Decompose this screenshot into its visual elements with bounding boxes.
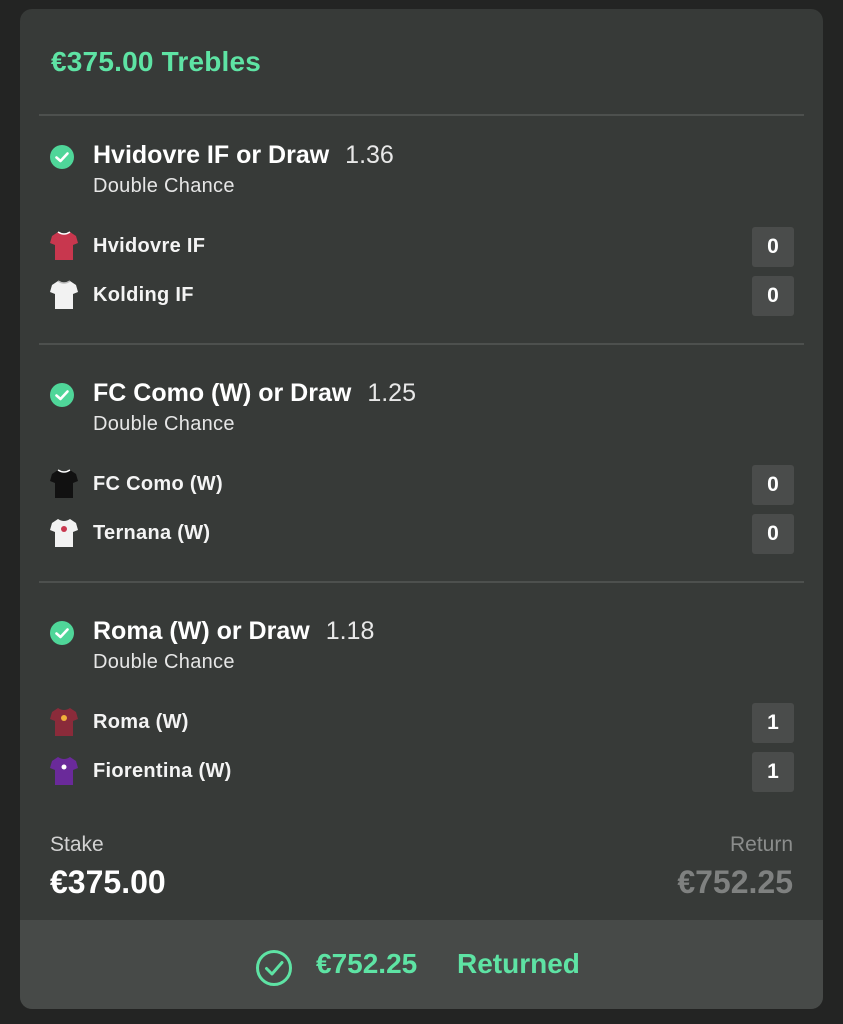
team-score: 0 [752,465,794,505]
selection-title: Roma (W) or Draw 1.18 [93,617,374,646]
selection-title: FC Como (W) or Draw 1.25 [93,379,416,408]
selection-market: Double Chance [93,175,235,197]
returned-status: Returned [457,948,580,979]
shirt-icon [50,519,78,547]
team-score: 0 [752,514,794,554]
team-name: Ternana (W) [93,522,211,544]
stake-label: Stake [50,833,104,856]
selection-market: Double Chance [93,413,235,435]
team-score: 0 [752,276,794,316]
team-score: 1 [752,752,794,792]
selection-name: FC Como (W) or Draw [93,379,352,407]
divider [39,581,804,583]
divider [39,343,804,345]
team-row-hvidovre: Hvidovre IF 0 [20,227,823,267]
team-row-fiorentina: Fiorentina (W) 1 [20,752,823,792]
selection-odds: 1.25 [367,379,416,407]
divider [39,114,804,116]
selection-odds: 1.18 [325,617,375,645]
check-icon [50,383,74,407]
team-name: Kolding IF [93,284,194,306]
selection-title: Hvidovre IF or Draw 1.36 [93,141,394,170]
team-name: Hvidovre IF [93,235,206,257]
return-label: Return [729,833,793,856]
return-value: €752.25 [677,864,793,900]
check-icon [50,621,74,645]
check-circle-icon [256,950,292,986]
selection-market: Double Chance [93,651,235,673]
team-name: FC Como (W) [93,473,223,495]
team-name: Fiorentina (W) [93,760,232,782]
team-row-kolding: Kolding IF 0 [20,276,823,316]
bet-card: €375.00 Trebles Hvidovre IF or Draw 1.36 … [20,9,823,1009]
selection-name: Hvidovre IF or Draw [93,141,330,169]
team-score: 0 [752,227,794,267]
returned-banner: €752.25 Returned [20,920,823,1009]
selection-name: Roma (W) or Draw [93,617,310,645]
selection-odds: 1.36 [345,141,394,169]
team-score: 1 [752,703,794,743]
shirt-icon [50,708,78,736]
team-row-roma: Roma (W) 1 [20,703,823,743]
team-row-ternana: Ternana (W) 0 [20,514,823,554]
shirt-icon [50,231,78,260]
team-name: Roma (W) [93,711,189,733]
stake-value: €375.00 [50,864,166,900]
shirt-icon [50,280,78,309]
shirt-icon [50,469,78,498]
shirt-icon [50,757,78,785]
bet-title: €375.00 Trebles [51,46,262,77]
returned-amount: €752.25 [316,948,418,979]
check-icon [50,145,74,169]
team-row-como: FC Como (W) 0 [20,465,823,505]
